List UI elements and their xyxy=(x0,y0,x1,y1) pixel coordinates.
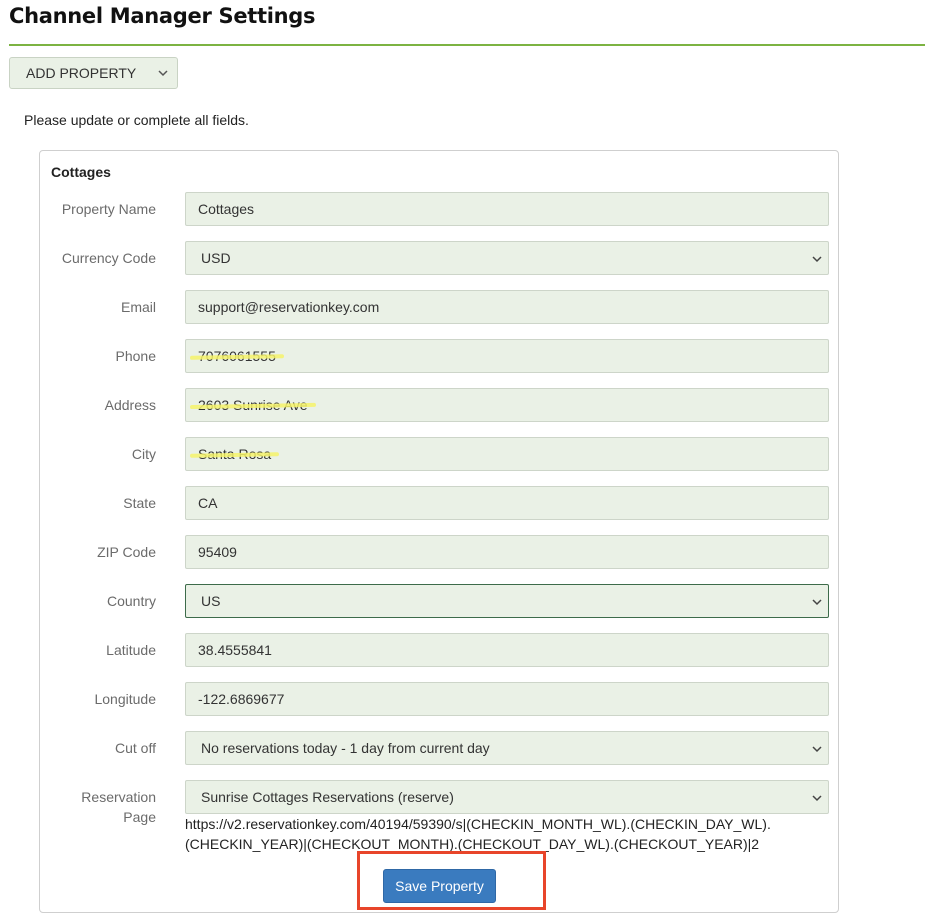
city-input[interactable]: Santa Rosa xyxy=(185,437,829,471)
chevron-down-icon xyxy=(812,599,822,606)
property-name-value: Cottages xyxy=(198,201,255,217)
reservation-url-line2: (CHECKIN_YEAR)|(CHECKOUT_MONTH).(CHECKOU… xyxy=(185,836,760,852)
save-property-button[interactable]: Save Property xyxy=(383,869,496,903)
reservation-url-line1: https://v2.reservationkey.com/40194/5939… xyxy=(185,816,771,832)
currency-code-row: Currency Code USD xyxy=(40,241,840,275)
instructions-text: Please update or complete all fields. xyxy=(24,112,249,128)
reservation-page-label-line1: Reservation xyxy=(81,789,156,805)
cut-off-value: No reservations today - 1 day from curre… xyxy=(201,740,490,756)
address-row: Address 2603 Sunrise Ave xyxy=(40,388,840,422)
email-row: Email support@reservationkey.com xyxy=(40,290,840,324)
chevron-down-icon xyxy=(812,795,822,802)
city-value: Santa Rosa xyxy=(198,446,272,462)
state-label: State xyxy=(123,495,156,511)
longitude-input[interactable]: -122.6869677 xyxy=(185,682,829,716)
add-property-label: ADD PROPERTY xyxy=(26,65,137,81)
currency-code-value: USD xyxy=(201,250,231,266)
state-input[interactable]: CA xyxy=(185,486,829,520)
reservation-page-select[interactable]: Sunrise Cottages Reservations (reserve) xyxy=(185,780,829,814)
chevron-down-icon xyxy=(812,746,822,753)
phone-label: Phone xyxy=(115,348,156,364)
zip-code-row: ZIP Code 95409 xyxy=(40,535,840,569)
add-property-dropdown[interactable]: ADD PROPERTY xyxy=(9,57,178,89)
phone-value: 7076061555 xyxy=(198,348,276,364)
email-input[interactable]: support@reservationkey.com xyxy=(185,290,829,324)
country-select[interactable]: US xyxy=(185,584,829,618)
cut-off-row: Cut off No reservations today - 1 day fr… xyxy=(40,731,840,765)
latitude-input[interactable]: 38.4555841 xyxy=(185,633,829,667)
country-row: Country US xyxy=(40,584,840,618)
reservation-page-label: Reservation Page xyxy=(40,787,156,827)
city-label: City xyxy=(131,446,156,462)
property-panel: Cottages Property Name Cottages Currency… xyxy=(39,150,839,913)
country-value: US xyxy=(201,593,221,609)
state-value: CA xyxy=(198,495,218,511)
latitude-label: Latitude xyxy=(106,642,156,658)
zip-code-input[interactable]: 95409 xyxy=(185,535,829,569)
phone-row: Phone 7076061555 xyxy=(40,339,840,373)
longitude-label: Longitude xyxy=(94,691,156,707)
address-value: 2603 Sunrise Ave xyxy=(198,397,308,413)
address-input[interactable]: 2603 Sunrise Ave xyxy=(185,388,829,422)
reservation-url: https://v2.reservationkey.com/40194/5939… xyxy=(185,814,785,854)
country-label: Country xyxy=(106,593,156,609)
currency-code-label: Currency Code xyxy=(61,250,156,266)
state-row: State CA xyxy=(40,486,840,520)
longitude-value: -122.6869677 xyxy=(198,691,285,707)
property-heading: Cottages xyxy=(51,164,111,180)
page-title: Channel Manager Settings xyxy=(9,4,316,28)
address-label: Address xyxy=(104,397,156,413)
latitude-row: Latitude 38.4555841 xyxy=(40,633,840,667)
cut-off-label: Cut off xyxy=(115,740,156,756)
chevron-down-icon xyxy=(812,256,822,263)
reservation-page-row: Reservation Page Sunrise Cottages Reserv… xyxy=(40,780,840,825)
email-value: support@reservationkey.com xyxy=(198,299,380,315)
cut-off-select[interactable]: No reservations today - 1 day from curre… xyxy=(185,731,829,765)
property-name-input[interactable]: Cottages xyxy=(185,192,829,226)
currency-code-select[interactable]: USD xyxy=(185,241,829,275)
latitude-value: 38.4555841 xyxy=(198,642,272,658)
title-divider xyxy=(9,44,925,46)
reservation-page-value: Sunrise Cottages Reservations (reserve) xyxy=(201,789,454,805)
phone-input[interactable]: 7076061555 xyxy=(185,339,829,373)
reservation-page-label-line2: Page xyxy=(123,809,156,825)
email-label: Email xyxy=(120,299,156,315)
zip-code-label: ZIP Code xyxy=(97,544,156,560)
chevron-down-icon xyxy=(158,70,168,77)
property-name-label: Property Name xyxy=(61,201,156,217)
property-name-row: Property Name Cottages xyxy=(40,192,840,226)
longitude-row: Longitude -122.6869677 xyxy=(40,682,840,716)
city-row: City Santa Rosa xyxy=(40,437,840,471)
zip-code-value: 95409 xyxy=(198,544,237,560)
